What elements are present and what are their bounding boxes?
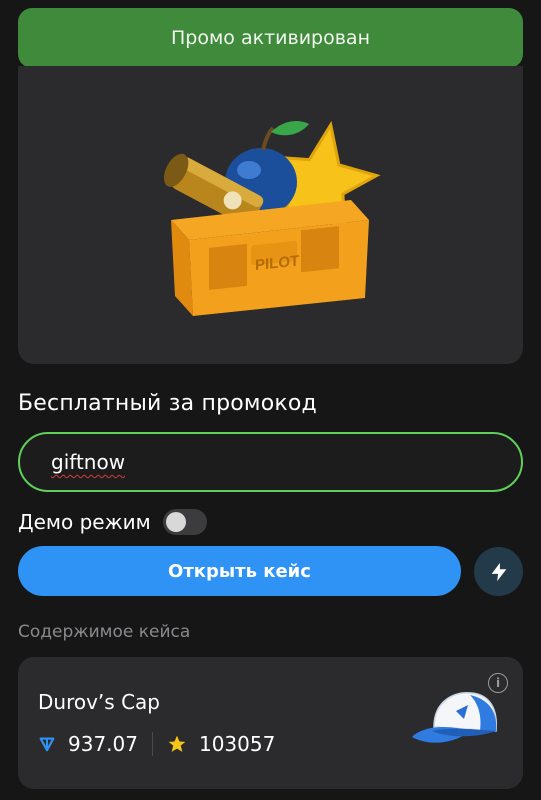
case-crate-image: PILOT <box>163 120 381 316</box>
promo-activated-banner: Промо активирован <box>18 8 523 68</box>
case-contents-label: Содержимое кейса <box>18 622 191 642</box>
item-name: Durov’s Cap <box>38 690 160 714</box>
toggle-knob <box>165 512 186 532</box>
stars-price: 103057 <box>198 732 276 756</box>
lightning-icon <box>491 562 506 581</box>
case-image-panel: PILOT <box>18 66 523 364</box>
ton-price: 937.07 <box>68 732 138 756</box>
cap-icon <box>412 692 498 743</box>
open-case-button[interactable]: Открыть кейс <box>18 546 461 596</box>
demo-mode-toggle[interactable] <box>162 509 207 535</box>
price-divider <box>151 732 153 756</box>
case-item-card[interactable]: Durov’s Cap 937.07 103057 i <box>18 657 523 789</box>
star-icon <box>168 735 186 752</box>
section-title: Бесплатный за промокод <box>18 391 317 416</box>
promo-code-value[interactable]: giftnow <box>51 450 125 474</box>
promo-code-input[interactable]: giftnow <box>18 432 523 492</box>
quick-open-button[interactable] <box>474 547 523 596</box>
open-case-label: Открыть кейс <box>168 560 311 582</box>
item-price-row: 937.07 103057 <box>38 731 275 757</box>
promo-banner-text: Промо активирован <box>171 27 370 49</box>
ton-icon <box>39 737 55 752</box>
demo-mode-label: Демо режим <box>18 510 151 534</box>
demo-mode-row: Демо режим <box>18 505 207 539</box>
